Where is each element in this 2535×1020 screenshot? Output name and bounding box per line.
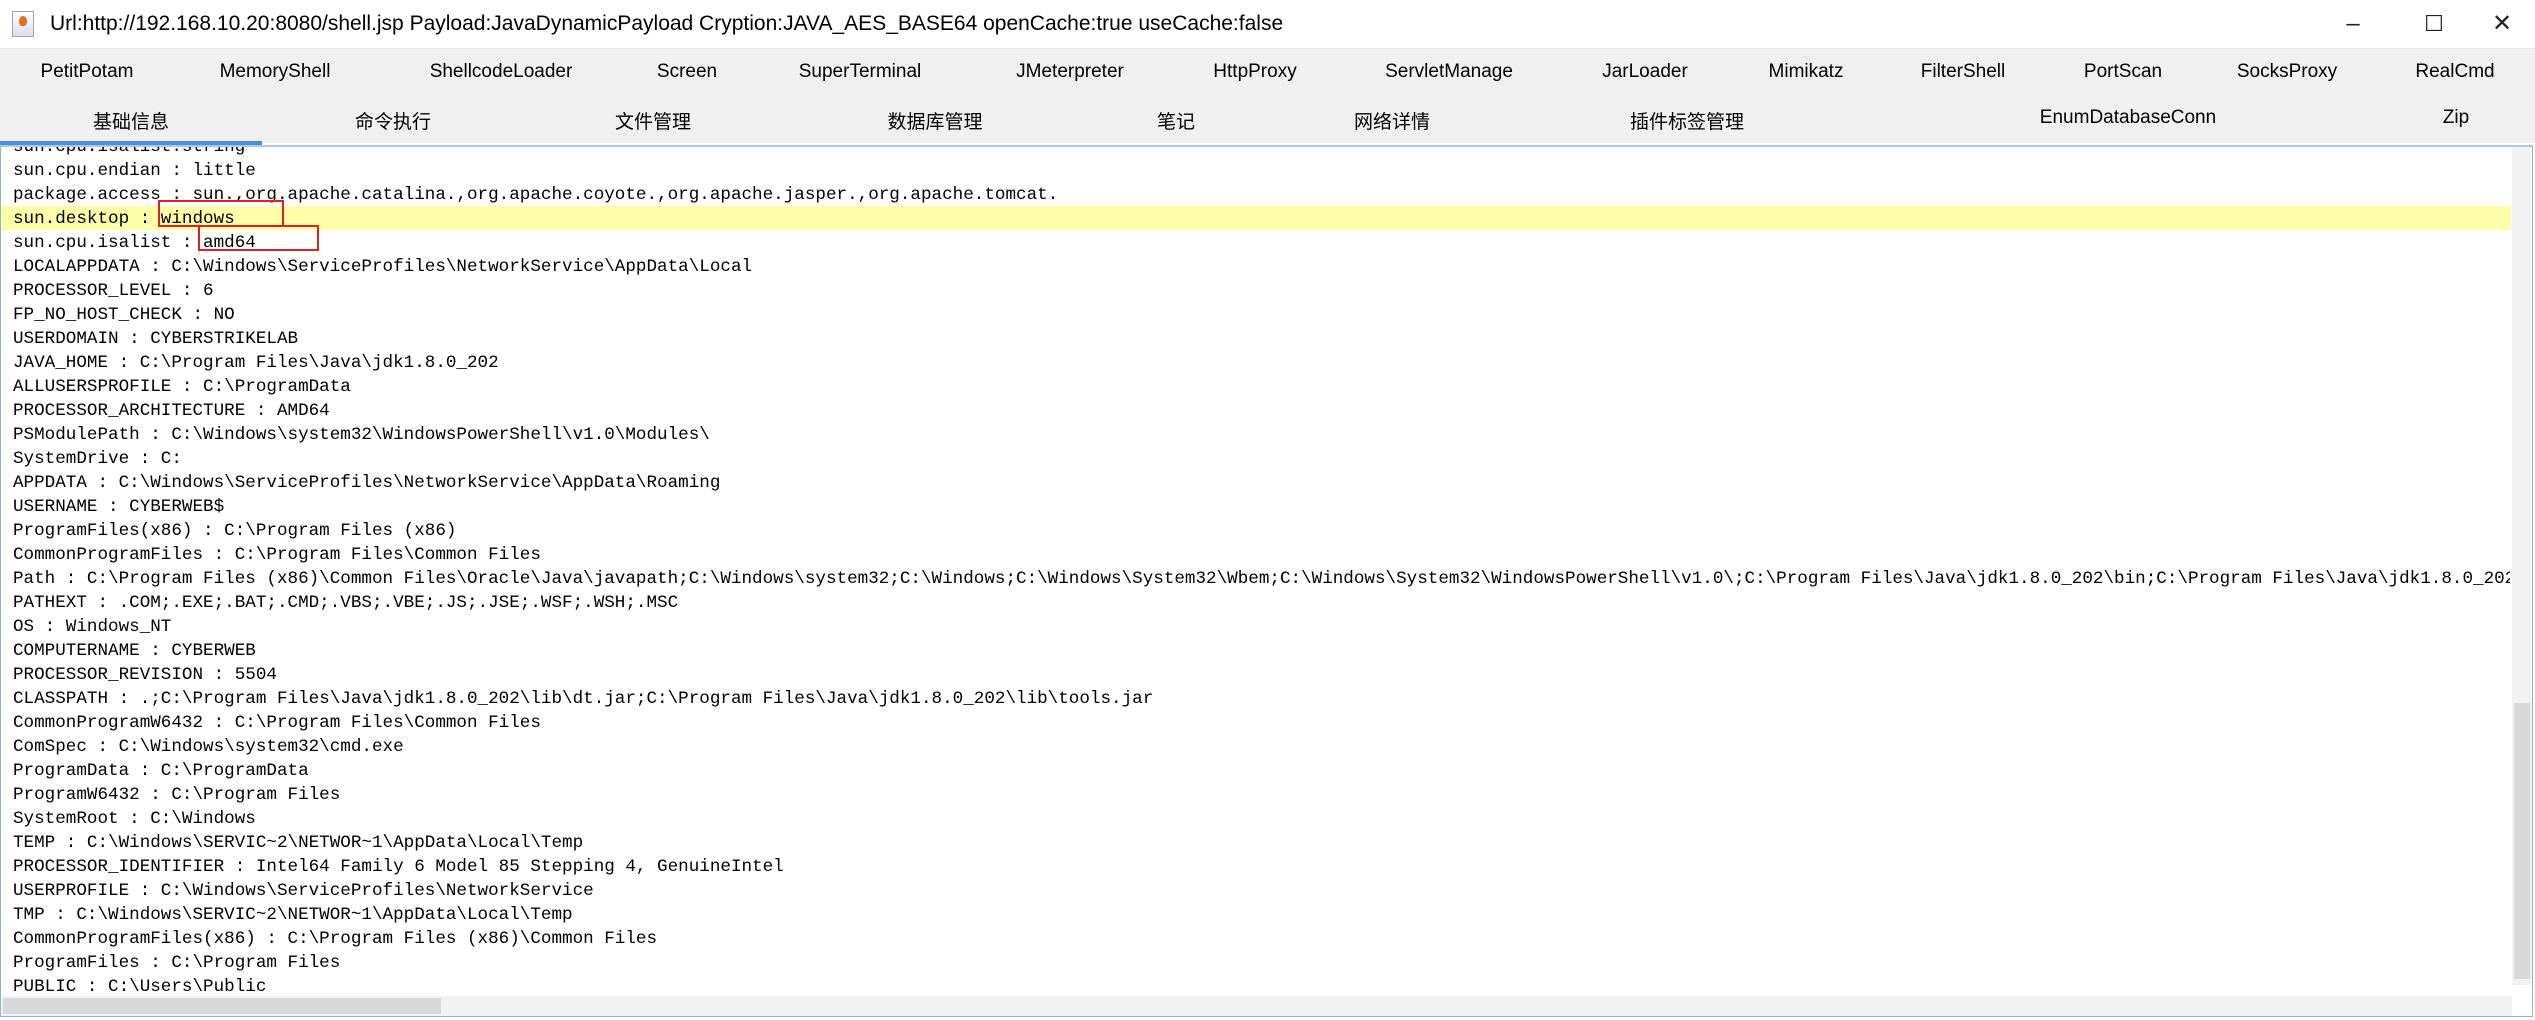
tab-8[interactable]: Zip — [2443, 107, 2469, 129]
vertical-scroll-thumb[interactable] — [2514, 703, 2530, 979]
maximize-button[interactable]: ☐ — [2411, 6, 2457, 42]
plugin-button-servletmanage[interactable]: ServletManage — [1385, 61, 1513, 83]
window-title: Url:http://192.168.10.20:8080/shell.jsp … — [50, 12, 1284, 35]
plugin-button-memoryshell[interactable]: MemoryShell — [220, 61, 331, 83]
output-line: SystemRoot : C:\Windows — [13, 809, 256, 829]
plugin-button-screen[interactable]: Screen — [657, 61, 717, 83]
tab-7[interactable]: EnumDatabaseConn — [2040, 107, 2216, 129]
output-line: sun.cpu.isalist : amd64 — [13, 233, 256, 253]
output-line: ComSpec : C:\Windows\system32\cmd.exe — [13, 737, 404, 757]
output-line: sun.desktop : windows — [13, 209, 235, 229]
horizontal-scroll-thumb[interactable] — [3, 998, 441, 1014]
close-button[interactable]: ✕ — [2479, 6, 2525, 42]
output-line: PROCESSOR_REVISION : 5504 — [13, 665, 277, 685]
title-bar: Url:http://192.168.10.20:8080/shell.jsp … — [0, 0, 2535, 49]
plugin-button-realcmd[interactable]: RealCmd — [2415, 61, 2494, 83]
plugin-button-jarloader[interactable]: JarLoader — [1602, 61, 1688, 83]
output-line: ProgramData : C:\ProgramData — [13, 761, 309, 781]
output-line: CLASSPATH : .;C:\Program Files\Java\jdk1… — [13, 689, 1154, 709]
output-line: CommonProgramW6432 : C:\Program Files\Co… — [13, 713, 541, 733]
tab-6[interactable]: 插件标签管理 — [1630, 107, 1744, 134]
output-line: SystemDrive : C: — [13, 449, 182, 469]
vertical-scrollbar[interactable] — [2512, 147, 2532, 985]
horizontal-scrollbar[interactable] — [1, 996, 2512, 1016]
plugin-button-petitpotam[interactable]: PetitPotam — [41, 61, 134, 83]
output-line: ProgramW6432 : C:\Program Files — [13, 785, 341, 805]
tab-5[interactable]: 网络详情 — [1354, 107, 1430, 134]
output-line: CommonProgramFiles : C:\Program Files\Co… — [13, 545, 541, 565]
plugin-button-superterminal[interactable]: SuperTerminal — [799, 61, 922, 83]
output-line: ALLUSERSPROFILE : C:\ProgramData — [13, 377, 351, 397]
env-info-lines: sun.cpu.isalist.string sun.cpu.endian : l… — [13, 145, 2510, 999]
output-line: PSModulePath : C:\Windows\system32\Windo… — [13, 425, 710, 445]
output-line: ProgramFiles(x86) : C:\Program Files (x8… — [13, 521, 457, 541]
annotation-box-amd64 — [198, 225, 319, 251]
output-line: USERDOMAIN : CYBERSTRIKELAB — [13, 329, 299, 349]
tab-1[interactable]: 命令执行 — [355, 107, 431, 134]
output-line: PROCESSOR_IDENTIFIER : Intel64 Family 6 … — [13, 857, 784, 877]
plugin-button-socksproxy[interactable]: SocksProxy — [2237, 61, 2337, 83]
plugin-button-portscan[interactable]: PortScan — [2084, 61, 2162, 83]
output-line: FP_NO_HOST_CHECK : NO — [13, 305, 235, 325]
plugin-menu-bar: PetitPotam MemoryShell ShellcodeLoader Scre… — [0, 49, 2535, 143]
output-line: USERPROFILE : C:\Windows\ServiceProfiles… — [13, 881, 594, 901]
plugin-button-filtershell[interactable]: FilterShell — [1921, 61, 2005, 83]
output-line: PROCESSOR_LEVEL : 6 — [13, 281, 214, 301]
output-line: USERNAME : CYBERWEB$ — [13, 497, 225, 517]
plugin-button-shellcodeloader[interactable]: ShellcodeLoader — [430, 61, 573, 83]
output-line: Path : C:\Program Files (x86)\Common Fil… — [13, 569, 2510, 589]
annotation-box-windows — [158, 200, 284, 227]
tab-2[interactable]: 文件管理 — [615, 107, 691, 134]
minimize-button[interactable]: – — [2330, 6, 2376, 42]
plugin-button-httpproxy[interactable]: HttpProxy — [1213, 61, 1296, 83]
output-line: ProgramFiles : C:\Program Files — [13, 953, 341, 973]
output-line: TEMP : C:\Windows\SERVIC~2\NETWOR~1\AppD… — [13, 833, 584, 853]
output-line: sun.cpu.isalist.string — [13, 145, 246, 157]
output-line: LOCALAPPDATA : C:\Windows\ServiceProfile… — [13, 257, 753, 277]
java-app-icon — [12, 11, 34, 37]
output-line: sun.cpu.endian : little — [13, 161, 256, 181]
plugin-button-mimikatz[interactable]: Mimikatz — [1769, 61, 1844, 83]
output-line: PROCESSOR_ARCHITECTURE : AMD64 — [13, 401, 330, 421]
output-line: OS : Windows_NT — [13, 617, 172, 637]
tab-0[interactable]: 基础信息 — [93, 107, 169, 134]
output-text-area[interactable]: sun.cpu.isalist.string sun.cpu.endian : l… — [0, 145, 2533, 1017]
output-line: JAVA_HOME : C:\Program Files\Java\jdk1.8… — [13, 353, 499, 373]
output-line: CommonProgramFiles(x86) : C:\Program Fil… — [13, 929, 658, 949]
output-line: TMP : C:\Windows\SERVIC~2\NETWOR~1\AppDa… — [13, 905, 573, 925]
tab-4[interactable]: 笔记 — [1157, 107, 1195, 134]
output-line: package.access : sun.,org.apache.catalin… — [13, 185, 1059, 205]
plugin-button-jmeterpreter[interactable]: JMeterpreter — [1016, 61, 1124, 83]
output-line: APPDATA : C:\Windows\ServiceProfiles\Net… — [13, 473, 721, 493]
output-line: COMPUTERNAME : CYBERWEB — [13, 641, 256, 661]
tab-3[interactable]: 数据库管理 — [887, 107, 982, 134]
output-line: PATHEXT : .COM;.EXE;.BAT;.CMD;.VBS;.VBE;… — [13, 593, 679, 613]
